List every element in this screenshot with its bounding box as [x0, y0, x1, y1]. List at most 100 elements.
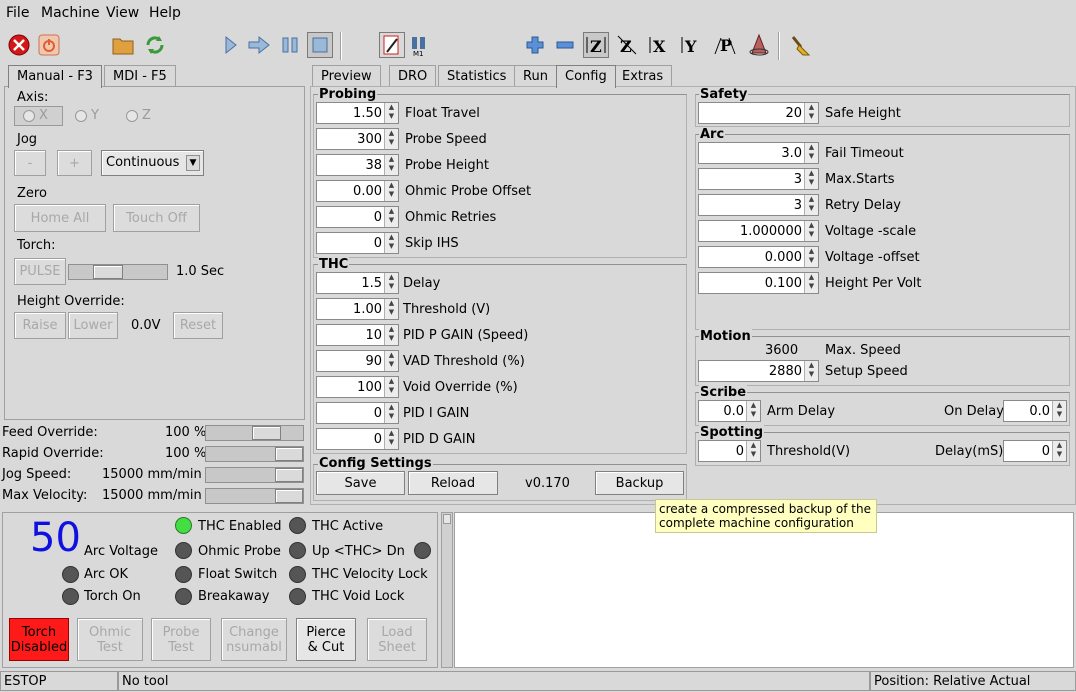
spotting-delay-input[interactable]: 0 ▲ ▼ — [1003, 440, 1067, 462]
spin-arrows-icon[interactable]: ▲ ▼ — [384, 273, 398, 293]
spin-arrows-icon[interactable]: ▲ ▼ — [804, 247, 818, 267]
menu-view[interactable]: View — [106, 5, 139, 21]
arm-delay-input[interactable]: 0.0 ▲ ▼ — [698, 400, 761, 422]
thc-field-input[interactable]: 0 ▲ ▼ — [316, 402, 399, 424]
tab-manual[interactable]: Manual - F3 — [8, 65, 102, 88]
probing-field-input[interactable]: 0.00 ▲ ▼ — [316, 180, 399, 202]
lower-button[interactable]: Lower — [68, 312, 118, 339]
view-y-icon[interactable]: Y — [678, 32, 704, 58]
thc-field-input[interactable]: 0 ▲ ▼ — [316, 428, 399, 450]
slider-knob[interactable] — [275, 468, 303, 482]
thc-field-input[interactable]: 1.00 ▲ ▼ — [316, 298, 399, 320]
arc-field-input[interactable]: 0.100 ▲ ▼ — [698, 272, 819, 294]
tab-statistics[interactable]: Statistics — [438, 65, 516, 87]
spotting-threshold-input[interactable]: 0 ▲ ▼ — [698, 440, 761, 462]
spin-arrows-icon[interactable]: ▲ ▼ — [384, 299, 398, 319]
axis-y-radio[interactable] — [75, 110, 87, 122]
arc-field-input[interactable]: 3.0 ▲ ▼ — [698, 142, 819, 164]
slider-knob[interactable] — [93, 265, 123, 279]
gcode-text-area[interactable] — [454, 512, 1074, 668]
rotate-view-icon[interactable] — [746, 32, 772, 58]
spin-arrows-icon[interactable]: ▲ ▼ — [1052, 441, 1066, 461]
tab-config[interactable]: Config — [556, 65, 616, 88]
slider-knob[interactable] — [275, 447, 303, 461]
thc-field-input[interactable]: 10 ▲ ▼ — [316, 324, 399, 346]
spin-arrows-icon[interactable]: ▲ ▼ — [746, 441, 760, 461]
clear-plot-icon[interactable] — [788, 32, 814, 58]
spin-arrows-icon[interactable]: ▲ ▼ — [384, 155, 398, 175]
arc-field-input[interactable]: 1.000000 ▲ ▼ — [698, 220, 819, 242]
slider-knob[interactable] — [275, 489, 303, 503]
menu-file[interactable]: File — [6, 5, 29, 21]
torch-disabled-button[interactable]: Torch Disabled — [9, 618, 69, 661]
jog-mode-select[interactable]: Continuous ▼ — [101, 150, 204, 176]
block-delete-icon[interactable] — [379, 32, 405, 58]
on-delay-input[interactable]: 0.0 ▲ ▼ — [1003, 400, 1067, 422]
zoom-in-icon[interactable] — [522, 32, 548, 58]
thc-field-input[interactable]: 1.5 ▲ ▼ — [316, 272, 399, 294]
view-rotated-z-icon[interactable]: Z — [614, 32, 640, 58]
spin-arrows-icon[interactable]: ▲ ▼ — [384, 233, 398, 253]
pulse-button[interactable]: PULSE — [14, 258, 66, 285]
setup-speed-input[interactable]: 2880 ▲ ▼ — [698, 360, 819, 382]
ohmic-test-button[interactable]: Ohmic Test — [77, 618, 143, 661]
tab-extras[interactable]: Extras — [613, 65, 673, 87]
spin-arrows-icon[interactable]: ▲ ▼ — [804, 221, 818, 241]
step-icon[interactable] — [246, 32, 272, 58]
backup-button[interactable]: Backup — [595, 471, 684, 495]
change-consumable-button[interactable]: Change nsumabl — [221, 618, 287, 661]
menu-machine[interactable]: Machine — [41, 5, 100, 21]
probing-field-input[interactable]: 0 ▲ ▼ — [316, 206, 399, 228]
view-perspective-icon[interactable]: P — [712, 32, 738, 58]
spin-arrows-icon[interactable]: ▲ ▼ — [804, 169, 818, 189]
tab-preview[interactable]: Preview — [312, 65, 381, 87]
max-velocity-slider[interactable] — [205, 488, 304, 504]
run-icon[interactable] — [218, 32, 244, 58]
touch-off-button[interactable]: Touch Off — [113, 204, 200, 232]
probing-field-input[interactable]: 38 ▲ ▼ — [316, 154, 399, 176]
axis-x-radio[interactable] — [23, 110, 35, 122]
pulse-time-slider[interactable] — [68, 264, 168, 280]
jog-minus-button[interactable]: - — [14, 150, 46, 176]
arc-field-input[interactable]: 3 ▲ ▼ — [698, 194, 819, 216]
pierce-cut-button[interactable]: Pierce & Cut — [296, 618, 356, 661]
spin-arrows-icon[interactable]: ▲ ▼ — [804, 195, 818, 215]
axis-z-radio[interactable] — [126, 110, 138, 122]
spin-arrows-icon[interactable]: ▲ ▼ — [804, 361, 818, 381]
jog-plus-button[interactable]: + — [57, 150, 92, 176]
reload-button[interactable]: Reload — [408, 471, 498, 495]
save-button[interactable]: Save — [316, 471, 405, 495]
machine-power-icon[interactable] — [36, 32, 62, 58]
zoom-out-icon[interactable] — [552, 32, 578, 58]
menu-help[interactable]: Help — [149, 5, 181, 21]
stop-icon[interactable] — [307, 32, 333, 58]
jog-speed-slider[interactable] — [205, 467, 304, 483]
spin-arrows-icon[interactable]: ▲ ▼ — [384, 207, 398, 227]
tab-dro[interactable]: DRO — [389, 65, 437, 87]
spin-arrows-icon[interactable]: ▲ ▼ — [384, 403, 398, 423]
tab-run[interactable]: Run — [514, 65, 557, 87]
tab-mdi[interactable]: MDI - F5 — [104, 65, 176, 87]
spin-arrows-icon[interactable]: ▲ ▼ — [384, 377, 398, 397]
safe-height-input[interactable]: 20 ▲ ▼ — [698, 102, 819, 124]
arc-field-input[interactable]: 0.000 ▲ ▼ — [698, 246, 819, 268]
optional-stop-icon[interactable]: M1 — [408, 32, 434, 58]
probing-field-input[interactable]: 1.50 ▲ ▼ — [316, 102, 399, 124]
estop-icon[interactable] — [6, 32, 32, 58]
spin-arrows-icon[interactable]: ▲ ▼ — [746, 401, 760, 421]
probing-field-input[interactable]: 0 ▲ ▼ — [316, 232, 399, 254]
thc-field-input[interactable]: 100 ▲ ▼ — [316, 376, 399, 398]
spin-arrows-icon[interactable]: ▲ ▼ — [384, 129, 398, 149]
reload-icon[interactable] — [142, 32, 168, 58]
spin-arrows-icon[interactable]: ▲ ▼ — [1052, 401, 1066, 421]
raise-button[interactable]: Raise — [14, 312, 66, 339]
spin-arrows-icon[interactable]: ▲ ▼ — [804, 143, 818, 163]
rapid-override-slider[interactable] — [205, 446, 304, 462]
pause-icon[interactable] — [277, 32, 303, 58]
spin-arrows-icon[interactable]: ▲ ▼ — [384, 429, 398, 449]
spin-arrows-icon[interactable]: ▲ ▼ — [384, 103, 398, 123]
probing-field-input[interactable]: 300 ▲ ▼ — [316, 128, 399, 150]
spin-arrows-icon[interactable]: ▲ ▼ — [384, 181, 398, 201]
probe-test-button[interactable]: Probe Test — [151, 618, 211, 661]
view-z-icon[interactable]: Z — [583, 32, 609, 58]
